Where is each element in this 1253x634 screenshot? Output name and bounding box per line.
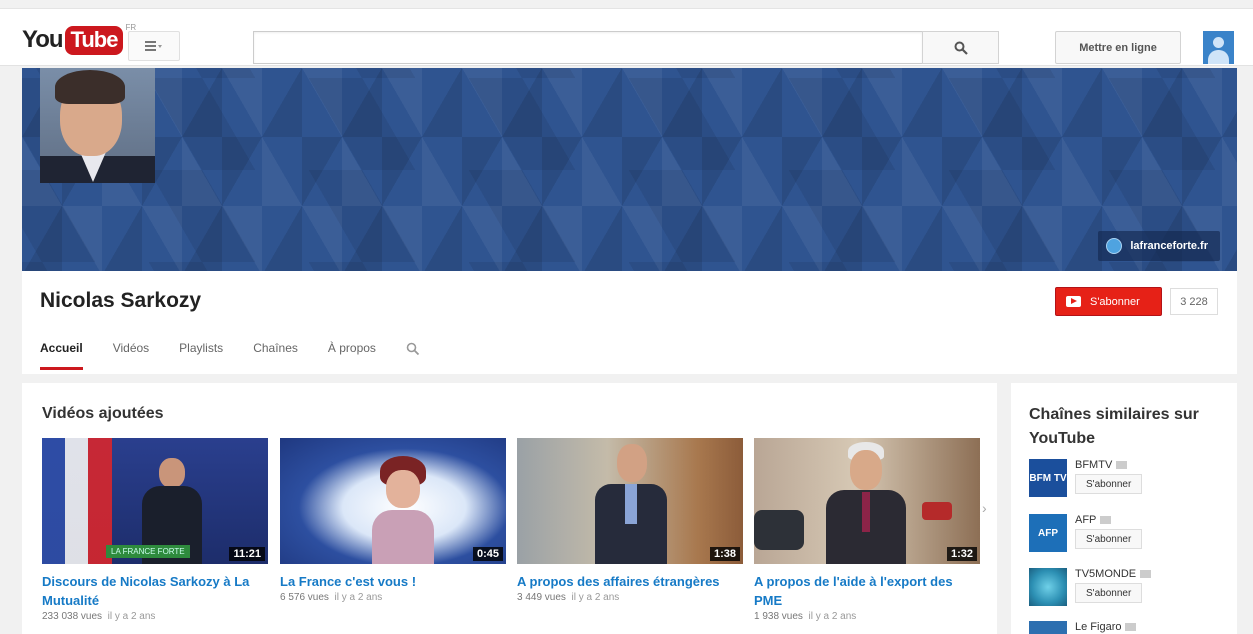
search-button[interactable] (922, 31, 999, 64)
subscriber-count: 3 228 (1170, 288, 1218, 315)
thumbnail-caption: LA FRANCE FORTE (106, 545, 190, 558)
channel-header: Nicolas Sarkozy S'abonner 3 228 Accueil … (22, 271, 1237, 374)
subscribe-button[interactable]: S'abonner (1055, 287, 1162, 316)
verified-icon (1116, 461, 1128, 470)
related-subscribe-button[interactable]: S'abonner (1075, 474, 1143, 494)
video-meta: 1 938 vues il y a 2 ans (754, 611, 980, 622)
video-meta: 3 449 vues il y a 2 ans (517, 592, 743, 603)
video-age: il y a 2 ans (808, 611, 857, 622)
video-age: il y a 2 ans (334, 592, 383, 603)
tab-a-propos[interactable]: À propos (328, 341, 376, 367)
video-card[interactable]: 1:32 A propos de l'aide à l'export des P… (754, 438, 980, 622)
video-duration: 1:32 (946, 547, 977, 561)
video-age: il y a 2 ans (107, 611, 156, 622)
main-content: Vidéos ajoutées LA FRANCE FORTE 11:21 Di… (22, 383, 997, 634)
flag-shape (42, 438, 112, 564)
related-subscribe-button[interactable]: S'abonner (1075, 529, 1143, 549)
video-views: 233 038 vues (42, 611, 103, 622)
tab-accueil[interactable]: Accueil (40, 341, 83, 370)
verified-icon (1140, 570, 1152, 579)
woman-figure (372, 456, 434, 564)
related-channel-name[interactable]: Le Figaro (1075, 621, 1137, 633)
channel-name-text: AFP (1075, 514, 1097, 526)
masthead: You Tube FR Mettre en ligne (0, 8, 1253, 66)
bfmtv-logo[interactable]: BFM TV (1029, 459, 1067, 497)
video-title[interactable]: Discours de Nicolas Sarkozy à La Mutuali… (42, 572, 268, 610)
video-title[interactable]: A propos des affaires étrangères (517, 572, 743, 591)
avatar-head-shape (1213, 37, 1224, 48)
car-shape (754, 510, 804, 550)
verified-icon (1125, 623, 1137, 632)
related-channel-item[interactable]: TV5MONDE S'abonner (1029, 568, 1229, 612)
youtube-logo[interactable]: You Tube FR (22, 23, 136, 55)
video-thumbnail[interactable]: 1:32 (754, 438, 980, 564)
portrait-hair (55, 70, 125, 104)
tab-videos[interactable]: Vidéos (113, 341, 149, 367)
menu-icon (145, 41, 162, 51)
video-thumbnail[interactable]: 0:45 (280, 438, 506, 564)
channel-tabs: Accueil Vidéos Playlists Chaînes À propo… (40, 341, 420, 370)
elder-man-figure (826, 442, 906, 564)
related-channel-item[interactable]: BFM TV BFMTV S'abonner (1029, 459, 1229, 503)
related-channels: Chaînes similaires sur YouTube BFM TV BF… (1011, 383, 1237, 634)
chevron-right-icon[interactable]: › (982, 500, 987, 516)
logo-you: You (22, 26, 64, 53)
logo-tube: Tube (64, 25, 124, 55)
video-duration: 1:38 (709, 547, 740, 561)
subscribe-label: S'abonner (1090, 295, 1140, 308)
lefigaro-logo[interactable] (1029, 621, 1067, 634)
banner-website-link[interactable]: lafranceforte.fr (1098, 231, 1220, 261)
website-link-label: lafranceforte.fr (1130, 240, 1208, 252)
tab-chaines[interactable]: Chaînes (253, 341, 298, 367)
related-channel-item[interactable]: Le Figaro (1029, 621, 1229, 634)
channel-title: Nicolas Sarkozy (40, 289, 202, 312)
channel-name-text: Le Figaro (1075, 621, 1122, 633)
video-card[interactable]: 1:38 A propos des affaires étrangères 3 … (517, 438, 743, 603)
related-channels-title: Chaînes similaires sur YouTube (1029, 406, 1199, 447)
search-icon (954, 41, 968, 55)
video-thumbnail[interactable]: LA FRANCE FORTE 11:21 (42, 438, 268, 564)
search-input[interactable] (253, 31, 923, 64)
video-meta: 233 038 vues il y a 2 ans (42, 611, 268, 622)
afp-logo[interactable]: AFP (1029, 514, 1067, 552)
video-duration: 0:45 (472, 547, 503, 561)
account-avatar[interactable] (1203, 31, 1234, 64)
video-meta: 6 576 vues il y a 2 ans (280, 592, 506, 603)
video-views: 3 449 vues (517, 592, 566, 603)
channel-search-icon[interactable] (406, 342, 420, 356)
channel-name-text: BFMTV (1075, 459, 1113, 471)
related-subscribe-button[interactable]: S'abonner (1075, 583, 1143, 603)
channel-name-text: TV5MONDE (1075, 568, 1137, 580)
related-channel-name[interactable]: BFMTV (1075, 459, 1128, 471)
related-channel-name[interactable]: TV5MONDE (1075, 568, 1152, 580)
video-title[interactable]: A propos de l'aide à l'export des PME (754, 572, 980, 610)
video-duration: 11:21 (229, 547, 265, 561)
avatar-body-shape (1208, 50, 1229, 64)
video-thumbnail[interactable]: 1:38 (517, 438, 743, 564)
tv5monde-logo[interactable] (1029, 568, 1067, 606)
red-car-shape (922, 502, 952, 520)
tab-playlists[interactable]: Playlists (179, 341, 223, 367)
youtube-channel-page: You Tube FR Mettre en ligne lafrancefort… (0, 0, 1253, 634)
video-age: il y a 2 ans (571, 592, 620, 603)
verified-icon (1100, 516, 1112, 525)
video-views: 1 938 vues (754, 611, 803, 622)
video-title[interactable]: La France c'est vous ! (280, 572, 506, 591)
related-channel-name[interactable]: AFP (1075, 514, 1112, 526)
youtube-play-icon (1066, 296, 1081, 307)
channel-banner: lafranceforte.fr (22, 68, 1237, 271)
related-channel-item[interactable]: AFP AFP S'abonner (1029, 514, 1229, 558)
upload-button[interactable]: Mettre en ligne (1055, 31, 1181, 64)
video-card[interactable]: LA FRANCE FORTE 11:21 Discours de Nicola… (42, 438, 268, 622)
section-title: Vidéos ajoutées (42, 405, 164, 422)
channel-avatar[interactable] (40, 68, 155, 183)
video-views: 6 576 vues (280, 592, 329, 603)
globe-icon (1106, 238, 1123, 254)
man-figure (595, 444, 667, 564)
video-card[interactable]: 0:45 La France c'est vous ! 6 576 vues i… (280, 438, 506, 603)
guide-button[interactable] (128, 31, 180, 61)
